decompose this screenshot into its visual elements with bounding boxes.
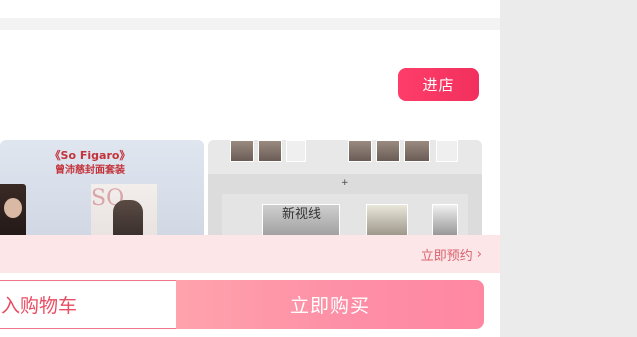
plus-sign-icon: + <box>341 178 349 188</box>
thumbnail-subtitle: 曾沛慈封面套装 <box>55 165 125 176</box>
product-page-panel: 进店 《So Figaro》 曾沛慈封面套装 SO + 新视线 立即预约 › 入… <box>0 0 500 337</box>
enter-shop-button[interactable]: 进店 <box>398 68 479 101</box>
product-thumbnail-set[interactable]: + 新视线 <box>208 140 482 250</box>
photo-card-set-row <box>208 140 482 174</box>
cover-photo-face <box>4 198 22 218</box>
add-to-cart-button[interactable]: 入购物车 <box>0 280 176 329</box>
top-strip <box>0 0 500 20</box>
bottom-action-bar: 入购物车 立即购买 <box>0 273 500 337</box>
product-thumbnail-figaro[interactable]: 《So Figaro》 曾沛慈封面套装 SO <box>0 140 204 250</box>
photo-card <box>286 140 306 162</box>
reservation-banner: 立即预约 › <box>0 235 500 273</box>
section-divider <box>0 18 500 30</box>
thumbnail-title: 《So Figaro》 <box>49 149 131 162</box>
photo-card <box>258 140 282 162</box>
photo-card <box>404 140 430 162</box>
reserve-now-label: 立即预约 <box>420 249 473 264</box>
buy-now-button[interactable]: 立即购买 <box>176 280 484 329</box>
photo-card <box>230 140 254 162</box>
photo-card <box>376 140 400 162</box>
chevron-right-icon: › <box>476 247 482 262</box>
photo-card <box>436 140 458 162</box>
magazine-title: 新视线 <box>282 207 322 222</box>
reserve-now-link[interactable]: 立即预约 › <box>421 245 482 264</box>
photo-card <box>348 140 372 162</box>
